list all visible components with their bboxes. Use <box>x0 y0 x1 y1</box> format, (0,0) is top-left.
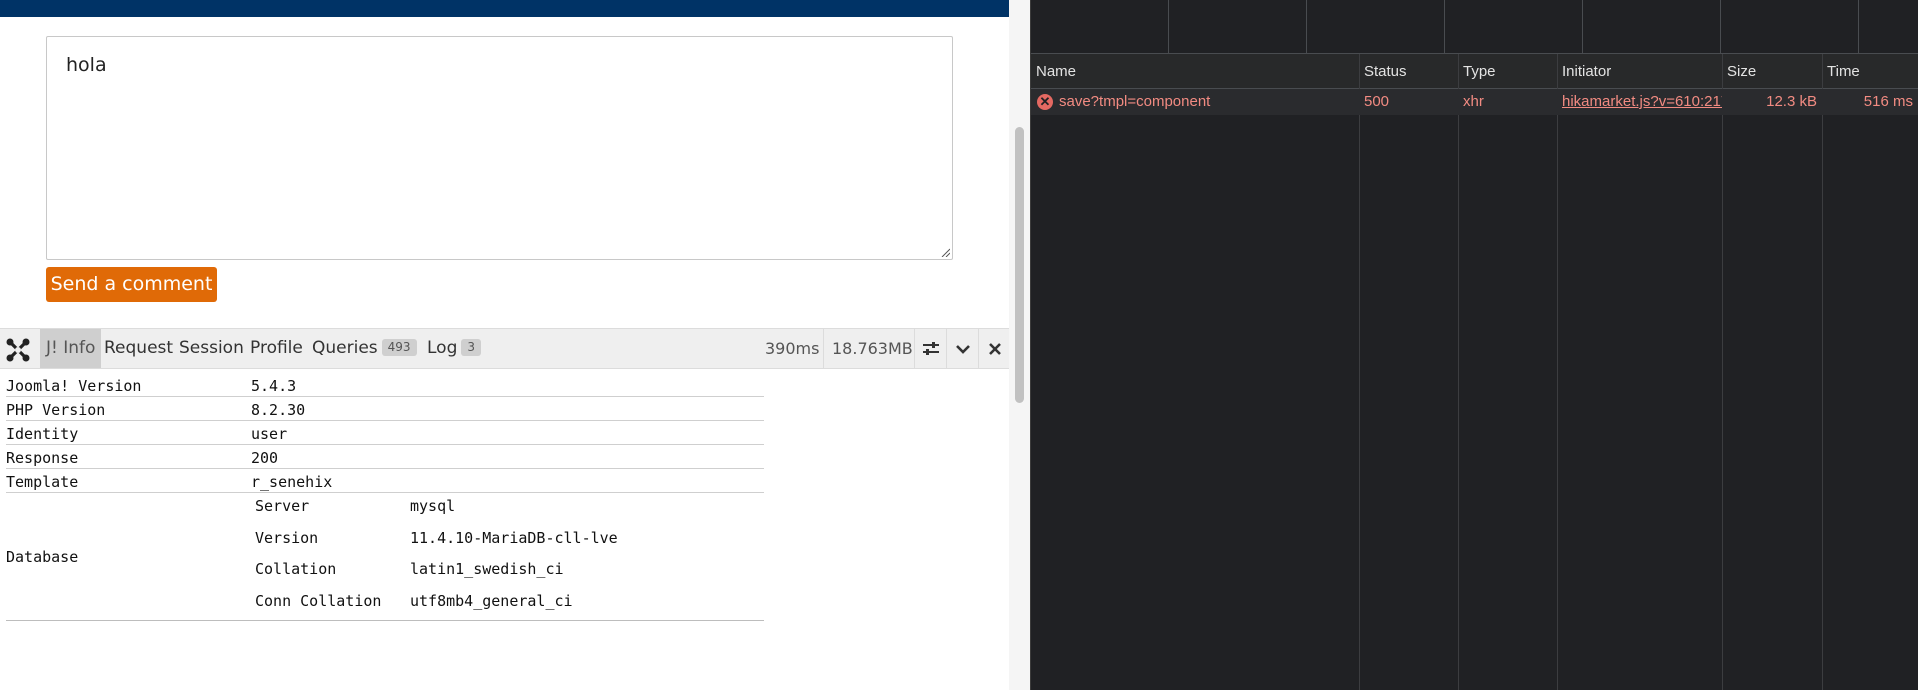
joomla-logo-icon[interactable] <box>5 337 31 363</box>
column-header-type[interactable]: Type <box>1458 54 1557 89</box>
close-icon <box>988 342 1001 355</box>
initiator-link[interactable]: hikamarket.js?v=610:217 <box>1562 93 1722 110</box>
timeline-gridline <box>1168 0 1169 54</box>
page-scrollbar[interactable] <box>1009 0 1030 690</box>
minimize-chevron-button[interactable] <box>946 329 978 368</box>
comment-text: hola <box>66 54 107 76</box>
tab-profile[interactable]: Profile <box>244 329 309 368</box>
network-table-header: Name Status Type Initiator Size Time <box>1031 54 1918 89</box>
info-row: PHP Version 8.2.30 <box>6 397 764 421</box>
timeline-gridline <box>1306 0 1307 54</box>
memory-usage: 18.763MB <box>823 329 921 368</box>
column-divider <box>1557 54 1558 690</box>
timeline-gridline <box>1720 0 1721 54</box>
site-header-bar <box>0 0 1009 17</box>
resize-grip-icon[interactable] <box>940 247 950 257</box>
timeline-gridline <box>1858 0 1859 54</box>
request-time: 390ms <box>765 339 820 358</box>
request-status: 500 <box>1364 93 1390 110</box>
column-divider <box>1359 54 1360 690</box>
column-header-name[interactable]: Name <box>1031 54 1359 89</box>
info-table: Joomla! Version 5.4.3 PHP Version 8.2.30… <box>6 373 764 621</box>
network-overview-timeline[interactable] <box>1031 0 1918 54</box>
request-name: save?tmpl=component <box>1059 93 1211 110</box>
timeline-gridline <box>1444 0 1445 54</box>
queries-count-badge: 493 <box>381 339 417 356</box>
request-initiator: hikamarket.js?v=610:217 <box>1557 89 1722 115</box>
request-size: 12.3 kB <box>1766 93 1817 110</box>
info-row: Response 200 <box>6 445 764 469</box>
tab-j-info[interactable]: J! Info <box>40 329 102 368</box>
column-divider <box>1458 54 1459 690</box>
page-pane: hola Send a comment J! Info Request Sess… <box>0 0 1009 690</box>
settings-sliders-icon[interactable] <box>914 329 946 368</box>
column-header-time[interactable]: Time <box>1822 54 1918 89</box>
tab-queries[interactable]: Queries 493 <box>306 329 423 368</box>
tab-log[interactable]: Log 3 <box>421 329 487 368</box>
send-comment-button[interactable]: Send a comment <box>46 267 217 302</box>
network-request-row[interactable]: ✕ save?tmpl=component 500 xhr hikamarket… <box>1031 89 1918 115</box>
database-row: Database Server mysql Version 11.4.10-Ma… <box>6 493 764 621</box>
column-header-initiator[interactable]: Initiator <box>1557 54 1722 89</box>
sliders-icon <box>922 341 939 355</box>
info-row: Joomla! Version 5.4.3 <box>6 373 764 397</box>
timeline-gridline <box>1582 0 1583 54</box>
tab-request[interactable]: Request <box>98 329 179 368</box>
column-divider <box>1722 54 1723 690</box>
scrollbar-thumb[interactable] <box>1015 127 1024 403</box>
joomla-debug-bar: J! Info Request Session Profile Queries 4… <box>0 328 1009 369</box>
column-header-size[interactable]: Size <box>1722 54 1822 89</box>
info-row: Identity user <box>6 421 764 445</box>
comment-textarea[interactable]: hola <box>46 36 953 260</box>
devtools-network-panel: Name Status Type Initiator Size Time ✕ s… <box>1031 0 1918 690</box>
request-type: xhr <box>1463 93 1484 110</box>
error-icon: ✕ <box>1037 94 1053 110</box>
info-row: Template r_senehix <box>6 469 764 493</box>
column-header-status[interactable]: Status <box>1359 54 1458 89</box>
column-divider <box>1822 54 1823 690</box>
close-debugbar-button[interactable] <box>978 329 1009 368</box>
log-count-badge: 3 <box>461 339 482 356</box>
tab-session[interactable]: Session <box>173 329 250 368</box>
request-time: 516 ms <box>1863 93 1913 110</box>
chevron-down-icon <box>955 344 970 354</box>
